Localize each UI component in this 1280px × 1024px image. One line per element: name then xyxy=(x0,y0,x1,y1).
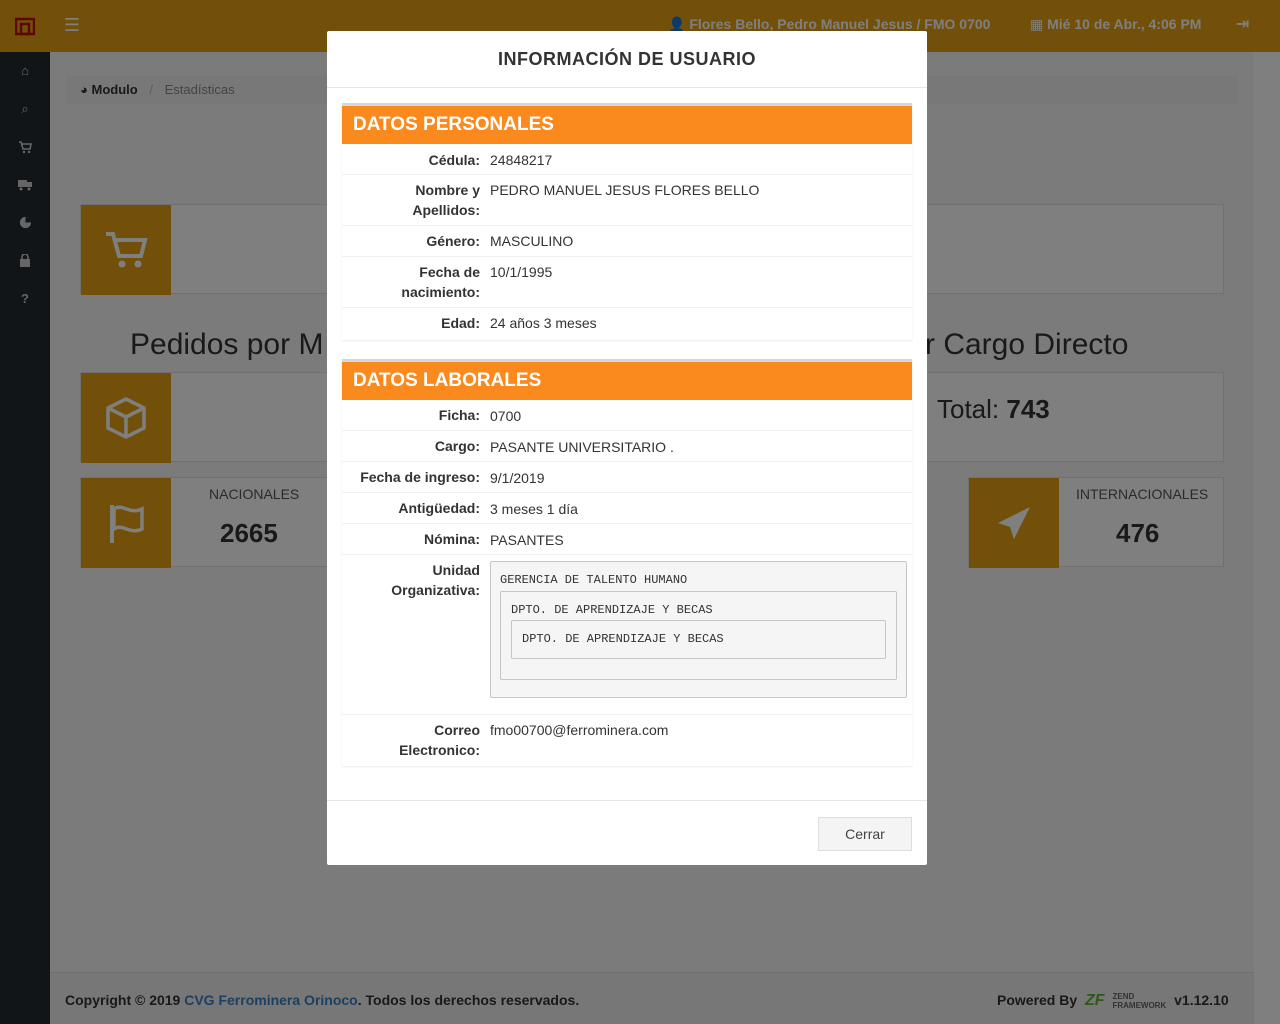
unidad-label: Unidad Organizativa: xyxy=(342,560,480,600)
cedula-value: 24848217 xyxy=(490,152,553,168)
edad-label: Edad: xyxy=(441,315,480,331)
antiguedad-label: Antigüedad: xyxy=(398,500,480,516)
cedula-row: Cédula: 24848217 xyxy=(342,144,912,175)
cargo-value: PASANTE UNIVERSITARIO . xyxy=(490,439,674,455)
nombre-value: PEDRO MANUEL JESUS FLORES BELLO xyxy=(490,182,760,198)
correo-label-line1: Correo xyxy=(434,722,480,738)
nombre-row: Nombre y Apellidos: PEDRO MANUEL JESUS FL… xyxy=(342,175,912,226)
unidad-row: Unidad Organizativa: GERENCIA DE TALENTO … xyxy=(342,555,912,715)
org-unit-level3: DPTO. DE APRENDIZAJE Y BECAS xyxy=(522,632,724,646)
edad-value: 24 años 3 meses xyxy=(490,315,597,331)
work-data-section: DATOS LABORALES Ficha: 0700 Cargo: PASAN… xyxy=(342,359,912,766)
nomina-row: Nómina: PASANTES xyxy=(342,524,912,555)
ficha-label: Ficha: xyxy=(438,407,480,423)
nomina-label: Nómina: xyxy=(424,531,480,547)
org-unit-level1: GERENCIA DE TALENTO HUMANO xyxy=(500,573,688,587)
correo-row: Correo Electronico: fmo00700@ferrominera.… xyxy=(342,715,912,766)
genero-value: MASCULINO xyxy=(490,233,574,249)
personal-data-section: DATOS PERSONALES Cédula: 24848217 Nombre… xyxy=(342,103,912,340)
edad-row: Edad: 24 años 3 meses xyxy=(342,308,912,339)
org-unit-tree: GERENCIA DE TALENTO HUMANO DPTO. DE APRE… xyxy=(490,561,907,698)
unidad-label-line1: Unidad xyxy=(432,562,480,578)
antiguedad-row: Antigüedad: 3 meses 1 día xyxy=(342,493,912,524)
correo-value: fmo00700@ferrominera.com xyxy=(490,722,669,738)
modal-title: INFORMACIÓN DE USUARIO xyxy=(498,49,756,69)
org-unit-level3-box: DPTO. DE APRENDIZAJE Y BECAS xyxy=(511,620,886,659)
work-data-heading: DATOS LABORALES xyxy=(342,362,912,400)
user-info-modal: INFORMACIÓN DE USUARIO DATOS PERSONALES … xyxy=(327,31,927,865)
nombre-label-line1: Nombre y xyxy=(415,182,480,198)
nombre-label: Nombre y Apellidos: xyxy=(342,180,480,220)
cargo-label: Cargo: xyxy=(434,438,480,454)
unidad-label-line2: Organizativa: xyxy=(391,582,480,598)
antiguedad-value: 3 meses 1 día xyxy=(490,501,578,517)
ingreso-label: Fecha de ingreso: xyxy=(360,469,480,485)
nacimiento-label-line2: nacimiento: xyxy=(401,284,480,300)
nombre-label-line2: Apellidos: xyxy=(412,202,480,218)
org-unit-level2: DPTO. DE APRENDIZAJE Y BECAS xyxy=(511,603,713,617)
ingreso-value: 9/1/2019 xyxy=(490,470,545,486)
cedula-label: Cédula: xyxy=(428,152,480,168)
correo-label: Correo Electronico: xyxy=(342,720,480,760)
modal-footer: Cerrar xyxy=(327,800,927,865)
nacimiento-row: Fecha de nacimiento: 10/1/1995 xyxy=(342,257,912,308)
ingreso-row: Fecha de ingreso: 9/1/2019 xyxy=(342,462,912,493)
nacimiento-label-line1: Fecha de xyxy=(419,264,480,280)
cargo-row: Cargo: PASANTE UNIVERSITARIO . xyxy=(342,431,912,462)
nacimiento-label: Fecha de nacimiento: xyxy=(342,262,480,302)
correo-label-line2: Electronico: xyxy=(399,742,480,758)
ficha-row: Ficha: 0700 xyxy=(342,400,912,431)
nomina-value: PASANTES xyxy=(490,532,564,548)
modal-header: INFORMACIÓN DE USUARIO xyxy=(327,31,927,88)
personal-data-heading: DATOS PERSONALES xyxy=(342,106,912,144)
close-button[interactable]: Cerrar xyxy=(818,817,912,851)
nacimiento-value: 10/1/1995 xyxy=(490,264,553,280)
ficha-value: 0700 xyxy=(490,408,522,424)
genero-row: Género: MASCULINO xyxy=(342,226,912,257)
genero-label: Género: xyxy=(426,233,480,249)
org-unit-level2-box: DPTO. DE APRENDIZAJE Y BECAS DPTO. DE AP… xyxy=(500,591,897,680)
